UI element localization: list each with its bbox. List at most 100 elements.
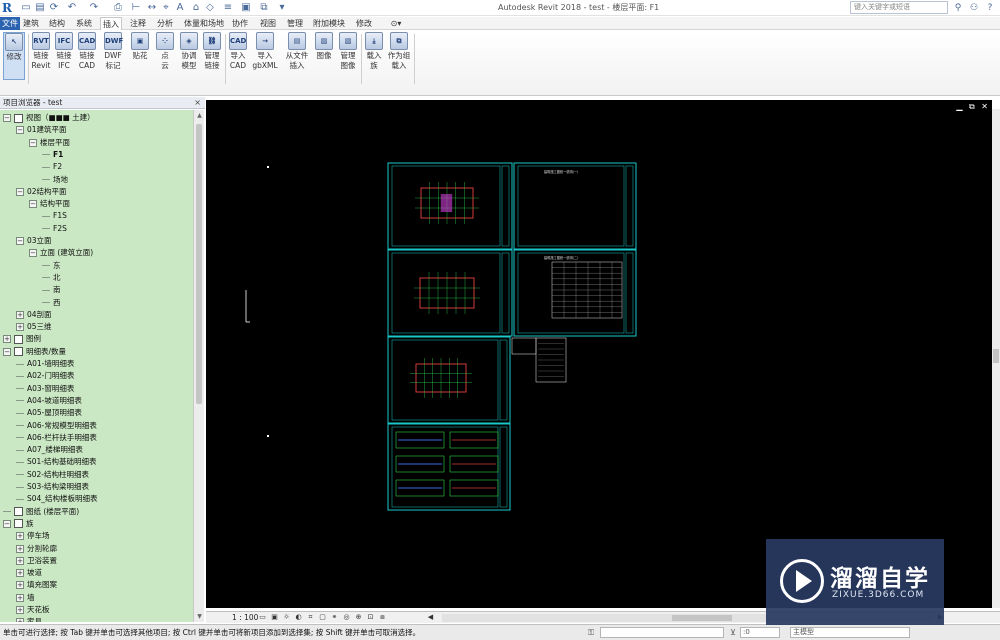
modify-button[interactable]: ↖ 修改 [3, 32, 25, 80]
tree-item[interactable]: − 明细表/数量 [3, 346, 66, 358]
decal-button[interactable]: ▣ 贴花 [128, 32, 152, 80]
close-hidden-icon[interactable]: ▣ [240, 1, 252, 15]
view-window-controls[interactable]: ▁ ⧉ ✕ [956, 102, 990, 112]
tab-massing[interactable]: 体量和场地 [184, 17, 224, 30]
dwf-markup-button[interactable]: DWF DWF 标记 [101, 32, 125, 80]
tree-item[interactable]: + 坡道 [16, 567, 42, 579]
expand-icon[interactable]: + [16, 618, 24, 622]
load-as-group-button[interactable]: ⧉ 作为组 载入 [386, 32, 412, 80]
text-icon[interactable]: A [174, 1, 186, 15]
tree-item[interactable]: +04剖面 [16, 309, 52, 321]
collapse-icon[interactable]: − [3, 519, 11, 528]
tab-analyze[interactable]: 分析 [155, 17, 175, 30]
tree-item[interactable]: + 图例 [3, 333, 41, 345]
view-scale[interactable]: 1 : 100 [232, 612, 258, 623]
tab-view[interactable]: 视图 [258, 17, 278, 30]
tree-item[interactable]: A06-栏杆扶手明细表 [16, 432, 97, 444]
signin-icon[interactable]: ⚇ [968, 1, 980, 15]
point-cloud-button[interactable]: ⁘ 点 云 [154, 32, 176, 80]
tree-item[interactable]: 北 [42, 272, 61, 284]
collapse-icon[interactable]: − [3, 114, 11, 122]
tree-item[interactable]: 东 [42, 260, 61, 272]
constraints-icon[interactable]: ⊡ [366, 613, 375, 622]
image-button[interactable]: ▨ 图像 [313, 32, 335, 80]
expand-icon[interactable]: + [16, 532, 24, 541]
thin-lines-icon[interactable]: ≡ [222, 1, 234, 15]
tree-item[interactable]: A04-坡道明细表 [16, 395, 82, 407]
expand-icon[interactable]: + [16, 544, 24, 553]
tree-item[interactable]: − 视图（■■■ 土建） [3, 112, 95, 124]
tree-item[interactable]: A06-常规模型明细表 [16, 420, 97, 432]
sun-path-icon[interactable]: ☼ [282, 613, 291, 622]
undo-icon[interactable]: ↶ [66, 1, 78, 15]
workset-field[interactable] [600, 627, 724, 638]
3d-view-icon[interactable]: ⌂ [190, 1, 202, 15]
search-input[interactable]: 键入关键字或短语 [850, 1, 948, 14]
open-icon[interactable]: ▭ [20, 1, 32, 15]
close-icon[interactable]: × [194, 97, 201, 109]
tab-modify[interactable]: 修改 [354, 17, 374, 30]
redo-icon[interactable]: ↷ [88, 1, 100, 15]
collapse-icon[interactable]: − [29, 138, 37, 147]
canvas-vertical-scrollbar[interactable] [992, 109, 1000, 608]
tree-item[interactable]: A05-屋顶明细表 [16, 407, 82, 419]
tree-item[interactable]: + 填充图案 [16, 579, 57, 591]
tree-item[interactable]: − 结构平面 [29, 198, 70, 210]
tree-item[interactable]: F2S [42, 223, 67, 235]
collapse-icon[interactable]: − [29, 249, 37, 258]
tab-architecture[interactable]: 建筑 [22, 17, 40, 30]
collapse-icon[interactable]: − [3, 347, 11, 356]
save-icon[interactable]: ▤ [34, 1, 46, 15]
reveal-hidden-icon[interactable]: ◎ [342, 613, 351, 622]
tree-item[interactable]: A01-墙明细表 [16, 358, 74, 370]
tree-item[interactable]: +家具 [16, 616, 42, 622]
collapse-icon[interactable]: − [16, 126, 24, 135]
link-cad-button[interactable]: CAD 链接 CAD [76, 32, 98, 80]
analytical-model-icon[interactable]: ⊕ [354, 613, 363, 622]
insert-from-file-button[interactable]: ▤ 从文件 插入 [284, 32, 310, 80]
tree-item[interactable]: S01-结构基础明细表 [16, 456, 97, 468]
expand-icon[interactable]: + [16, 556, 24, 565]
scroll-thumb[interactable] [196, 124, 202, 404]
visual-style-icon[interactable]: ▣ [270, 613, 279, 622]
tree-item[interactable]: 图纸 (楼层平面) [3, 506, 79, 518]
manage-links-button[interactable]: ⛓ 管理 链接 [201, 32, 223, 80]
tab-addins[interactable]: 附加模块 [312, 17, 346, 30]
highlight-icon[interactable]: ⧈ [378, 613, 387, 622]
crop-view-icon[interactable]: ⌗ [306, 613, 315, 622]
expand-icon[interactable]: + [16, 606, 24, 614]
tab-insert[interactable]: 插入 [100, 17, 122, 30]
filter-icon[interactable]: ⊻ [728, 626, 738, 639]
tree-item[interactable]: −03立面 [16, 235, 52, 247]
tree-item[interactable]: − 楼层平面 [29, 137, 70, 149]
tab-annotate[interactable]: 注释 [129, 17, 147, 30]
tree-item[interactable]: S04_结构楼板明细表 [16, 493, 98, 505]
revit-logo[interactable]: R [2, 0, 14, 16]
tree-item[interactable]: + 分割轮廓 [16, 543, 57, 555]
detail-level-icon[interactable]: ▭ [258, 613, 267, 622]
tree-item[interactable]: − 族 [3, 518, 34, 530]
tree-item[interactable]: A03-窗明细表 [16, 383, 74, 395]
import-gbxml-button[interactable]: → 导入 gbXML [251, 32, 279, 80]
temp-hide-icon[interactable]: ⚭ [330, 613, 339, 622]
design-option-field[interactable]: 主模型 [790, 627, 910, 638]
tree-item[interactable]: 场地 [42, 174, 68, 186]
manage-images-button[interactable]: ▧ 管理 图像 [337, 32, 359, 80]
expand-icon[interactable]: + [16, 323, 24, 332]
link-ifc-button[interactable]: IFC 链接 IFC [53, 32, 75, 80]
tag-icon[interactable]: ⌖ [160, 1, 172, 15]
scroll-down-icon[interactable]: ▼ [195, 612, 204, 621]
tree-item[interactable]: F2 [42, 161, 62, 173]
tab-systems[interactable]: 系统 [74, 17, 94, 30]
dimension-icon[interactable]: ↔ [146, 1, 158, 15]
sync-icon[interactable]: ⟳ [48, 1, 60, 15]
tab-expand-icon[interactable]: ⊙▾ [386, 17, 406, 30]
tree-item[interactable]: + 停车场 [16, 530, 50, 542]
customize-qa-icon[interactable]: ▾ [276, 1, 288, 15]
tree-item[interactable]: −02结构平面 [16, 186, 67, 198]
tree-item[interactable]: S03-结构梁明细表 [16, 481, 89, 493]
link-revit-button[interactable]: RVT 链接 Revit [30, 32, 52, 80]
tree-item[interactable]: +05三维 [16, 321, 52, 333]
tab-structure[interactable]: 结构 [48, 17, 66, 30]
collapse-icon[interactable]: − [16, 237, 24, 245]
